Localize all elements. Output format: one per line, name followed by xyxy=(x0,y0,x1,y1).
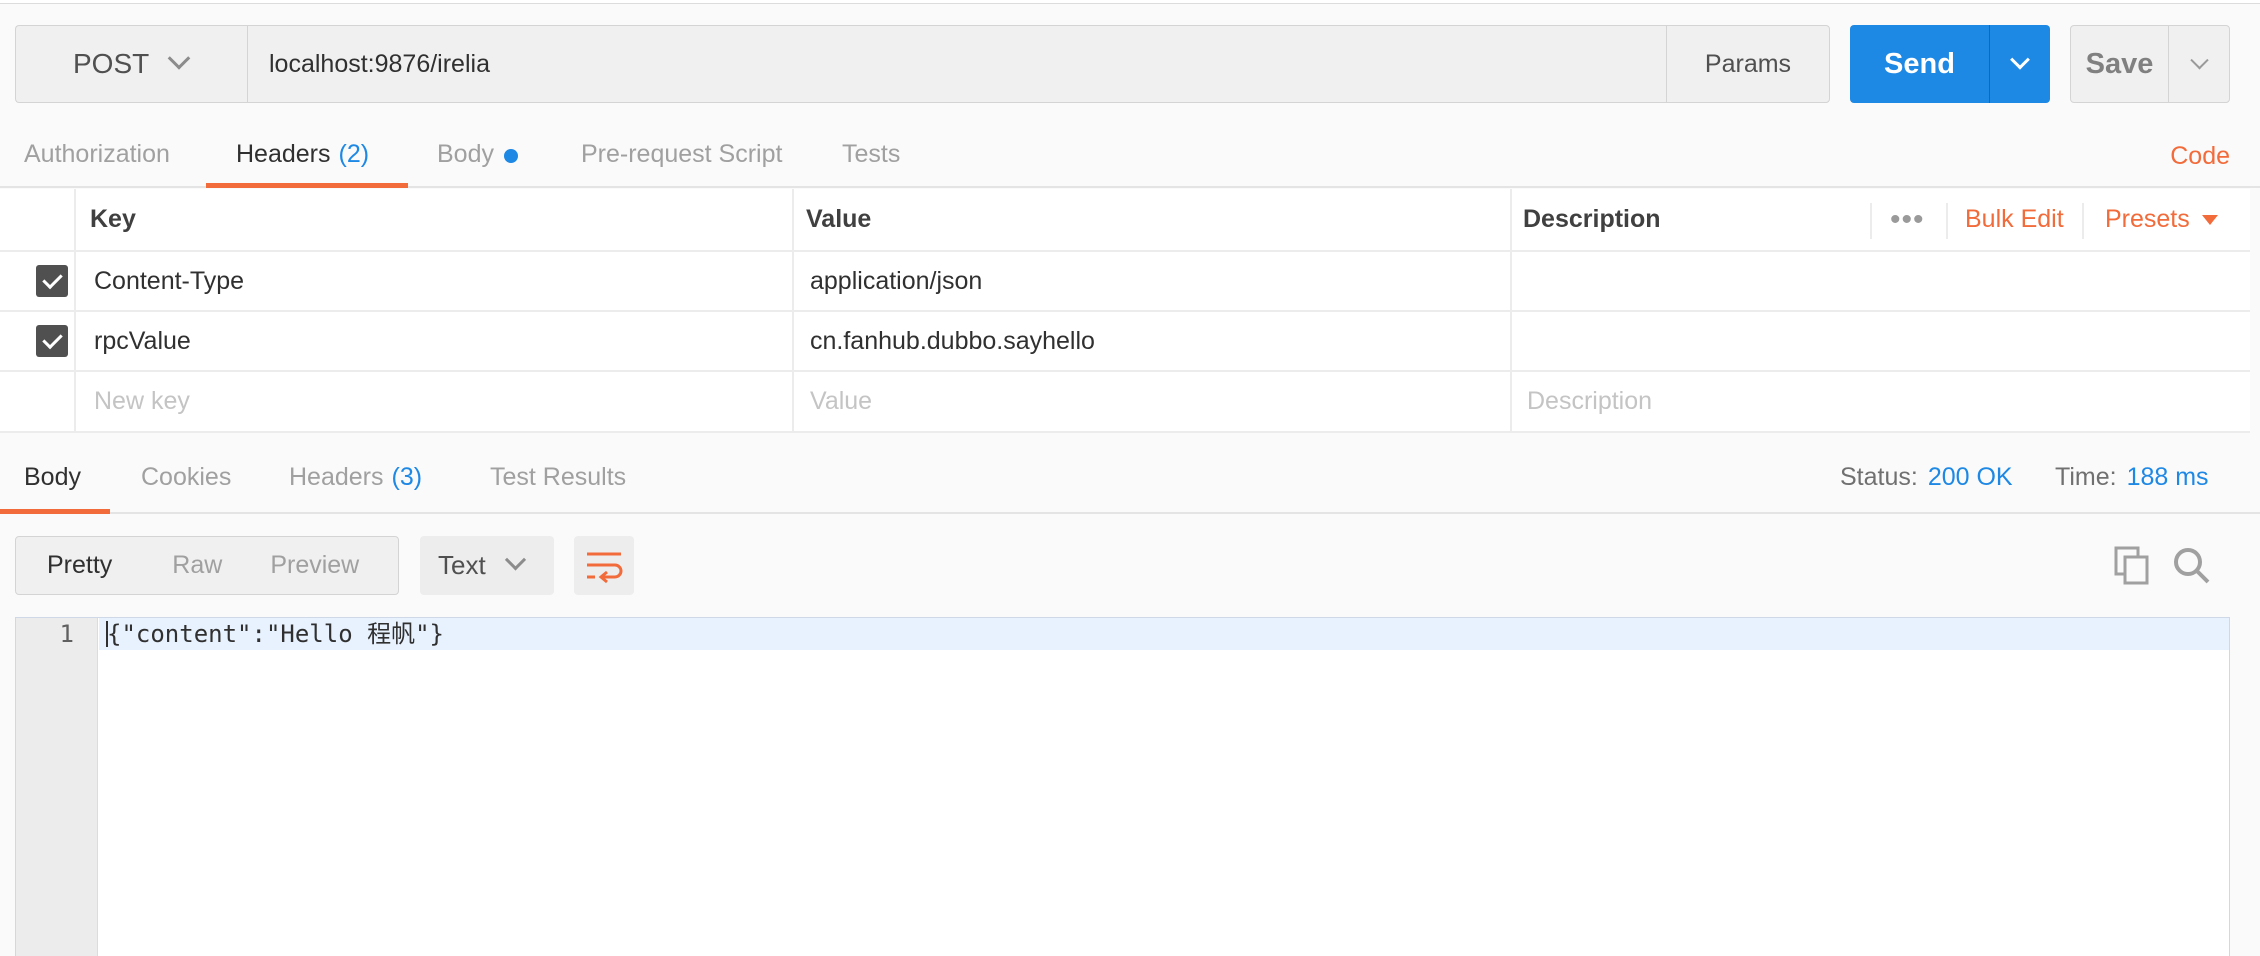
url-input[interactable]: localhost:9876/irelia xyxy=(247,25,1667,103)
toolbar-divider xyxy=(1946,203,1948,239)
tab-test-results[interactable]: Test Results xyxy=(490,450,626,508)
table-row: Content-Type application/json xyxy=(0,252,2250,312)
tab-tests[interactable]: Tests xyxy=(842,130,900,188)
chevron-down-icon xyxy=(2189,50,2209,69)
params-label: Params xyxy=(1704,49,1792,78)
new-key-input[interactable]: New key xyxy=(94,372,190,431)
send-options-dropdown[interactable] xyxy=(1990,25,2050,103)
code-link[interactable]: Code xyxy=(2170,142,2230,171)
column-header-key: Key xyxy=(90,205,136,233)
tab-label: Headers xyxy=(236,140,331,168)
more-options-icon[interactable]: ••• xyxy=(1890,189,1925,250)
headers-table: Key Value Description ••• Bulk Edit Pres… xyxy=(0,189,2250,433)
tab-label: Authorization xyxy=(24,140,170,168)
toolbar-divider xyxy=(2082,203,2084,239)
tab-headers[interactable]: Headers (2) xyxy=(236,130,369,188)
code-line: {"content":"Hello 程帆"} xyxy=(107,620,444,648)
tab-label: Cookies xyxy=(141,463,232,491)
row-checkbox[interactable] xyxy=(36,312,68,370)
tab-response-headers[interactable]: Headers (3) xyxy=(289,450,422,508)
header-value-cell[interactable]: application/json xyxy=(810,252,982,310)
table-row: rpcValue cn.fanhub.dubbo.sayhello xyxy=(0,312,2250,372)
wrap-lines-icon xyxy=(587,552,623,583)
chevron-down-icon xyxy=(167,47,191,70)
tab-label: Headers xyxy=(289,463,384,491)
search-icon[interactable] xyxy=(2172,546,2212,591)
new-value-input[interactable]: Value xyxy=(810,372,872,431)
checkbox-checked-icon xyxy=(36,325,68,357)
status-value: 200 OK xyxy=(1927,463,2013,491)
column-header-description: Description xyxy=(1523,205,1661,233)
header-key-cell[interactable]: rpcValue xyxy=(94,312,191,370)
params-button[interactable]: Params xyxy=(1666,25,1830,103)
bulk-edit-button[interactable]: Bulk Edit xyxy=(1965,189,2064,250)
line-number-gutter: 1 xyxy=(16,618,98,956)
tab-count-badge: (3) xyxy=(391,463,423,491)
top-strip xyxy=(0,0,2260,4)
tab-response-body[interactable]: Body xyxy=(24,450,81,508)
column-header-value: Value xyxy=(806,205,872,233)
chevron-down-icon xyxy=(504,549,526,571)
text-cursor xyxy=(106,621,108,647)
tab-label: Pre-request Script xyxy=(581,140,783,168)
view-mode-pretty[interactable]: Pretty xyxy=(47,551,112,580)
line-number: 1 xyxy=(59,620,74,648)
method-select[interactable]: POST xyxy=(15,25,248,103)
response-body-editor[interactable]: 1 {"content":"Hello 程帆"} xyxy=(15,617,2230,956)
copy-icon[interactable] xyxy=(2114,546,2150,591)
header-key-cell[interactable]: Content-Type xyxy=(94,252,244,310)
view-mode-raw[interactable]: Raw xyxy=(172,551,222,580)
format-label: Text xyxy=(438,550,486,580)
response-time: Time: 188 ms xyxy=(2055,463,2209,492)
save-button[interactable]: Save xyxy=(2071,26,2169,102)
caret-down-icon xyxy=(2201,214,2218,225)
format-select[interactable]: Text xyxy=(420,536,554,595)
tab-pre-request-script[interactable]: Pre-request Script xyxy=(581,130,782,188)
modified-dot-icon xyxy=(503,149,518,163)
active-tab-underline xyxy=(0,509,110,514)
wrap-lines-button[interactable] xyxy=(574,536,634,595)
row-checkbox[interactable] xyxy=(36,252,68,310)
new-description-input[interactable]: Description xyxy=(1527,372,1652,431)
send-button-group: Send xyxy=(1850,25,2050,103)
save-options-dropdown[interactable] xyxy=(2169,26,2229,102)
presets-label: Presets xyxy=(2105,205,2190,233)
tab-label: Test Results xyxy=(490,463,627,491)
tab-label: Tests xyxy=(842,140,901,168)
presets-dropdown[interactable]: Presets xyxy=(2105,189,2218,250)
save-button-group: Save xyxy=(2070,25,2230,103)
tab-authorization[interactable]: Authorization xyxy=(24,130,170,188)
status-label: Status: xyxy=(1840,463,1918,491)
tab-label: Body xyxy=(24,463,81,491)
active-tab-underline xyxy=(206,183,408,188)
time-label: Time: xyxy=(2055,463,2117,491)
view-mode-segmented-control: Pretty Raw Preview xyxy=(15,536,399,595)
send-button[interactable]: Send xyxy=(1850,25,1990,103)
view-mode-preview[interactable]: Preview xyxy=(270,551,359,580)
toolbar-divider xyxy=(1870,203,1872,239)
column-divider xyxy=(1510,189,1512,433)
method-label: POST xyxy=(73,48,150,79)
url-text: localhost:9876/irelia xyxy=(269,49,490,78)
response-status: Status: 200 OK xyxy=(1840,463,2013,492)
column-divider xyxy=(74,189,76,433)
chevron-down-icon xyxy=(2010,49,2030,70)
tab-cookies[interactable]: Cookies xyxy=(141,450,231,508)
table-header-row: Key Value Description ••• Bulk Edit Pres… xyxy=(0,189,2250,252)
checkbox-checked-icon xyxy=(36,265,68,297)
request-tabs: Authorization Headers (2) Body Pre-reque… xyxy=(0,130,2260,188)
tab-body[interactable]: Body xyxy=(437,130,518,188)
header-value-cell[interactable]: cn.fanhub.dubbo.sayhello xyxy=(810,312,1095,370)
time-value: 188 ms xyxy=(2126,463,2209,491)
tab-count-badge: (2) xyxy=(338,140,370,168)
tab-label: Body xyxy=(437,140,494,168)
column-divider xyxy=(792,189,794,433)
new-header-row: New key Value Description xyxy=(0,372,2250,433)
